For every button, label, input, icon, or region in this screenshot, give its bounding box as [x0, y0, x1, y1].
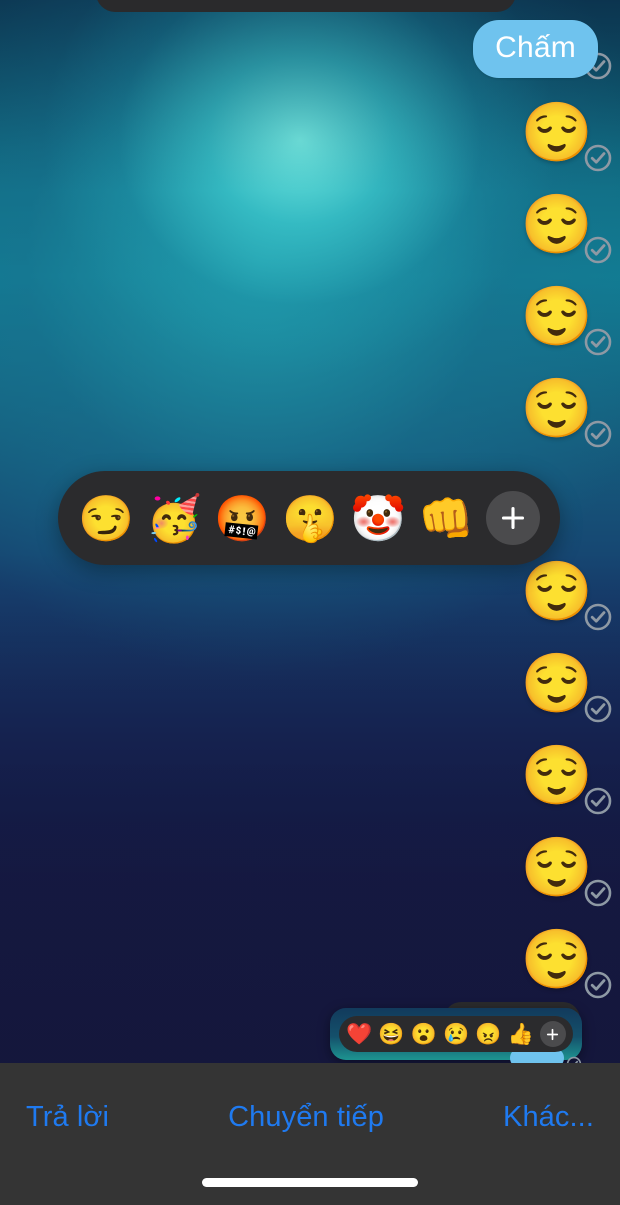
reaction-face-with-open-mouth[interactable]: 😮	[411, 1024, 437, 1045]
tapback-reaction-tray[interactable]: ❤️ 😆 😮 😢 😠 👍	[339, 1016, 573, 1052]
context-action-bar: Trả lời Chuyển tiếp Khác...	[0, 1063, 620, 1205]
add-more-emoji-button[interactable]	[486, 491, 540, 545]
message-row-emoji: 😌	[521, 196, 593, 254]
plus-icon	[501, 506, 525, 530]
clipped-panel-above[interactable]	[96, 0, 516, 12]
outgoing-emoji-message[interactable]: 😌	[521, 839, 593, 897]
message-row-emoji: 😌	[521, 655, 593, 713]
outgoing-emoji-message[interactable]: 😌	[521, 104, 593, 162]
home-indicator[interactable]	[202, 1178, 418, 1187]
outgoing-emoji-message[interactable]: 😌	[521, 563, 593, 621]
forward-button[interactable]: Chuyển tiếp	[109, 1101, 503, 1134]
outgoing-emoji-message[interactable]: 😌	[521, 288, 593, 346]
outgoing-emoji-message[interactable]: 😌	[521, 655, 593, 713]
outgoing-emoji-message[interactable]: 😌	[521, 380, 593, 438]
reaction-grinning-squinting-face[interactable]: 😆	[378, 1024, 404, 1045]
emoji-clown-face[interactable]: 🤡	[350, 496, 406, 541]
reaction-thumbs-up[interactable]: 👍	[508, 1024, 534, 1045]
reaction-crying-face[interactable]: 😢	[443, 1024, 469, 1045]
more-button[interactable]: Khác...	[503, 1101, 594, 1134]
message-row-emoji: 😌	[521, 931, 593, 989]
emoji-smirking-face[interactable]: 😏	[78, 496, 134, 541]
phone-screen: Chấm 😌 😌 😌 😌 😌 😌 😌 😌 😌 😏 🥳 🤬 🤫 🤡 👊 ❤️ 😆 …	[0, 0, 620, 1205]
outgoing-emoji-message[interactable]: 😌	[521, 196, 593, 254]
reply-button[interactable]: Trả lời	[26, 1101, 109, 1134]
emoji-oncoming-fist[interactable]: 👊	[418, 496, 474, 541]
outgoing-emoji-message[interactable]: 😌	[521, 747, 593, 805]
reaction-angry-face[interactable]: 😠	[475, 1024, 501, 1045]
outgoing-bubble-text[interactable]: Chấm	[473, 20, 598, 78]
message-row-emoji: 😌	[521, 747, 593, 805]
message-row-emoji: 😌	[521, 380, 593, 438]
message-row-emoji: 😌	[521, 104, 593, 162]
emoji-face-with-symbols-on-mouth[interactable]: 🤬	[214, 496, 270, 541]
emoji-shushing-face[interactable]: 🤫	[282, 496, 338, 541]
plus-icon	[547, 1028, 559, 1040]
outgoing-emoji-message[interactable]: 😌	[521, 931, 593, 989]
add-more-reaction-button[interactable]	[539, 1021, 566, 1047]
emoji-partying-face[interactable]: 🥳	[146, 496, 202, 541]
message-row-emoji: 😌	[521, 288, 593, 346]
emoji-reaction-picker[interactable]: 😏 🥳 🤬 🤫 🤡 👊	[58, 471, 560, 565]
message-row-text: Chấm	[473, 20, 598, 78]
reaction-red-heart[interactable]: ❤️	[346, 1024, 372, 1045]
action-row: Trả lời Chuyển tiếp Khác...	[0, 1063, 620, 1171]
message-row-emoji: 😌	[521, 563, 593, 621]
message-row-emoji: 😌	[521, 839, 593, 897]
tapback-reaction-tray-group: 😌 😌 😌 😌 😌 😌 ❤️ 😆 😮 😢 😠 👍	[330, 1002, 582, 1072]
